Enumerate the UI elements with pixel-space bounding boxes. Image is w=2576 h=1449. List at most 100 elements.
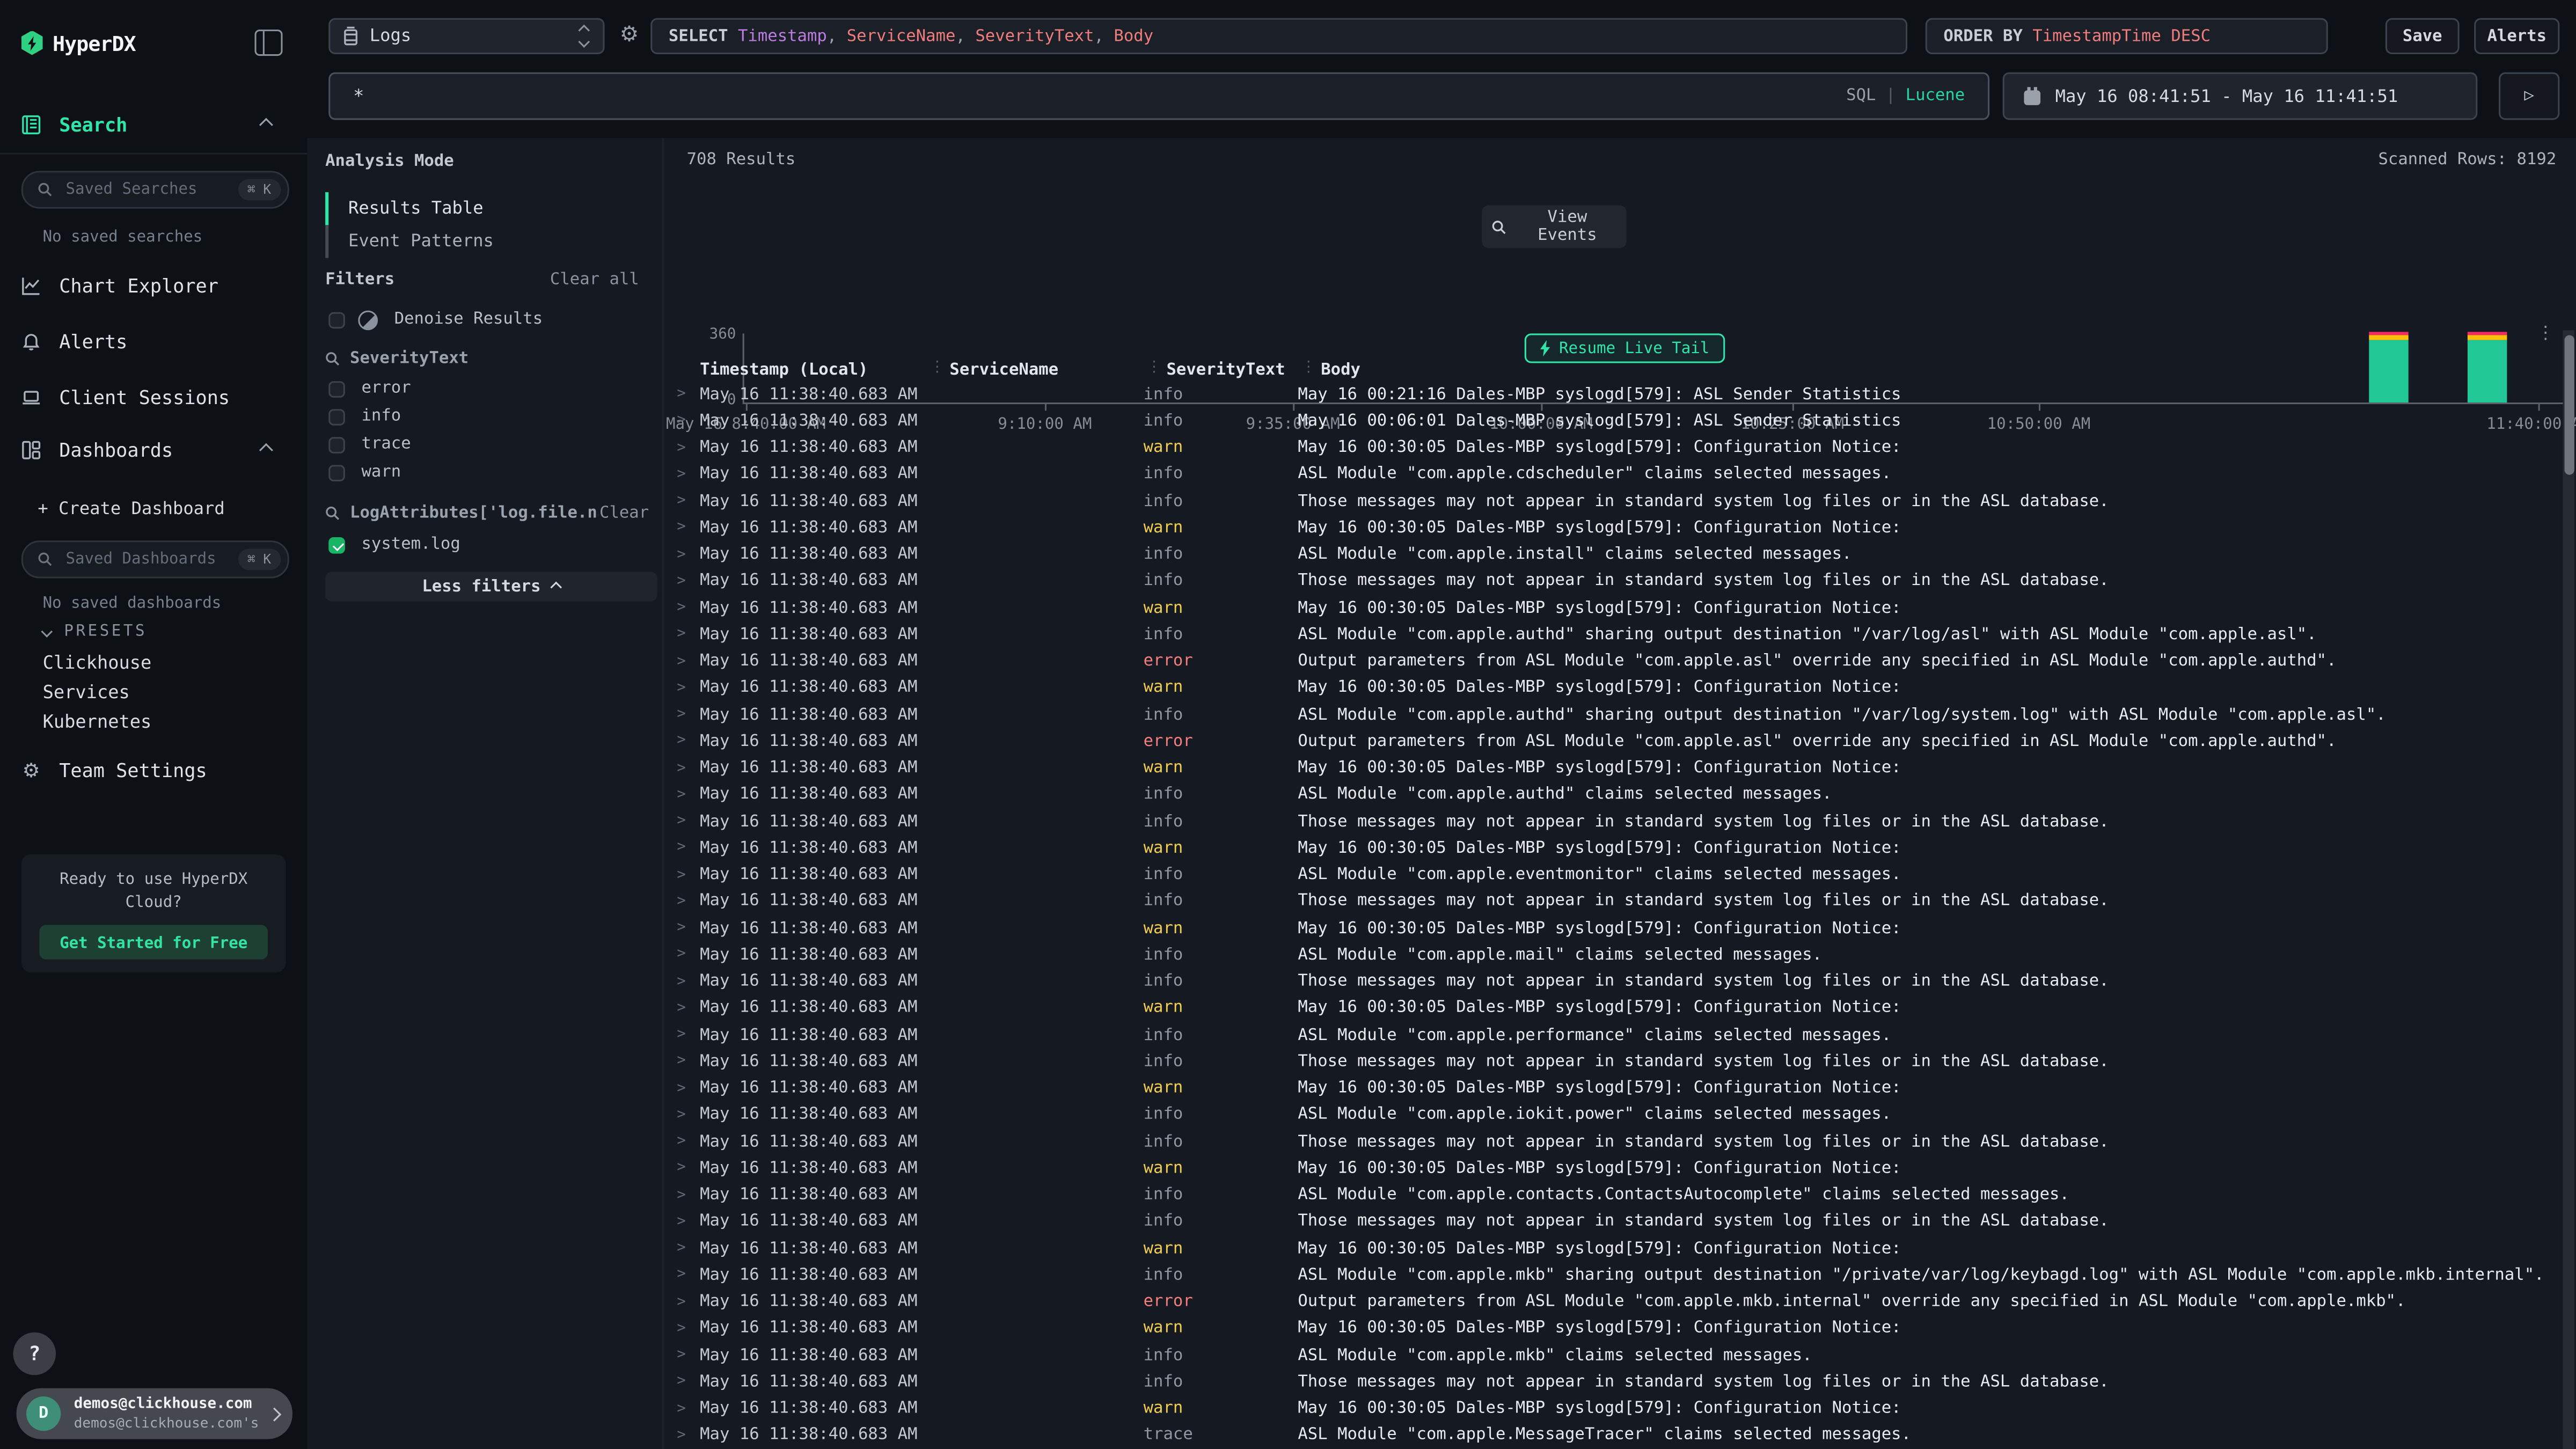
log-row[interactable]: >May 16 11:38:40.683 AMwarnMay 16 00:30:… [664, 915, 2576, 942]
log-row[interactable]: >May 16 11:38:40.683 AMinfoThose message… [664, 1129, 2576, 1155]
sidebar-item-team-settings[interactable]: ⚙ Team Settings [0, 751, 307, 790]
saved-dashboards-input[interactable] [62, 548, 237, 570]
scrollbar[interactable] [2563, 330, 2574, 1449]
less-filters-button[interactable]: Less filters [325, 572, 657, 601]
log-row[interactable]: >May 16 11:38:40.683 AMinfoMay 16 00:21:… [664, 381, 2576, 408]
expand-row-icon[interactable]: > [677, 573, 700, 590]
expand-row-icon[interactable]: > [677, 1321, 700, 1337]
log-row[interactable]: >May 16 11:38:40.683 AMinfoASL Module "c… [664, 1342, 2576, 1369]
log-row[interactable]: >May 16 11:38:40.683 AMwarnMay 16 00:30:… [664, 1396, 2576, 1423]
help-button[interactable]: ? [13, 1333, 56, 1375]
expand-row-icon[interactable]: > [677, 493, 700, 510]
log-row[interactable]: >May 16 11:38:40.683 AMinfoThose message… [664, 1209, 2576, 1235]
log-row[interactable]: >May 16 11:38:40.683 AMwarnMay 16 00:30:… [664, 675, 2576, 701]
preset-services[interactable]: Services [0, 677, 307, 706]
mode-results-table[interactable]: Results Table [325, 192, 483, 225]
save-button[interactable]: Save [2385, 18, 2460, 54]
col-timestamp[interactable]: Timestamp (Local) [700, 361, 949, 379]
log-row[interactable]: >May 16 11:38:40.683 AMinfoThose message… [664, 1049, 2576, 1075]
preset-clickhouse[interactable]: Clickhouse [0, 647, 307, 677]
log-row[interactable]: >May 16 11:38:40.683 AMinfoASL Module "c… [664, 541, 2576, 568]
log-row[interactable]: >May 16 11:38:40.683 AMinfoThose message… [664, 808, 2576, 835]
log-row[interactable]: >May 16 11:38:40.683 AMinfoASL Module "c… [664, 1182, 2576, 1209]
expand-row-icon[interactable]: > [677, 600, 700, 617]
log-row[interactable]: >May 16 11:38:40.683 AMinfoASL Module "c… [664, 701, 2576, 728]
log-row[interactable]: >May 16 11:38:40.683 AMwarnMay 16 00:30:… [664, 595, 2576, 621]
orderby-query-input[interactable]: ORDER BY TimestampTime DESC [1926, 18, 2328, 54]
checkbox[interactable] [328, 436, 345, 453]
col-servicename[interactable]: ServiceName [949, 361, 1166, 379]
log-row[interactable]: >May 16 11:38:40.683 AMwarnMay 16 00:30:… [664, 515, 2576, 541]
log-row[interactable]: >May 16 11:38:40.683 AMinfoASL Module "c… [664, 942, 2576, 969]
log-row[interactable]: >May 16 11:38:40.683 AMinfoThose message… [664, 488, 2576, 515]
log-row[interactable]: >May 16 11:38:40.683 AMwarnMay 16 00:30:… [664, 995, 2576, 1022]
denoise-results-filter[interactable]: Denoise Results [328, 307, 543, 332]
lang-lucene[interactable]: Lucene [1906, 87, 1965, 105]
log-row[interactable]: >May 16 11:38:40.683 AMwarnMay 16 00:30:… [664, 755, 2576, 782]
expand-row-icon[interactable]: > [677, 1134, 700, 1151]
checkbox[interactable] [328, 311, 345, 328]
logfile-filter-system-log[interactable]: system.log [328, 532, 460, 557]
expand-row-icon[interactable]: > [677, 787, 700, 803]
source-settings-gear-icon[interactable]: ⚙ [616, 23, 642, 49]
collapse-sidebar-icon[interactable] [254, 30, 282, 56]
chevron-up-icon[interactable] [259, 443, 273, 457]
expand-row-icon[interactable]: > [677, 1000, 700, 1017]
expand-row-icon[interactable]: > [677, 1428, 700, 1444]
expand-row-icon[interactable]: > [677, 519, 700, 536]
run-query-button[interactable]: ▷ [2499, 72, 2559, 120]
get-started-button[interactable]: Get Started for Free [39, 925, 268, 959]
log-row[interactable]: >May 16 11:38:40.683 AMinfoMay 16 00:06:… [664, 408, 2576, 435]
lang-sql[interactable]: SQL [1846, 87, 1876, 105]
expand-row-icon[interactable]: > [677, 546, 700, 563]
user-menu[interactable]: D demos@clickhouse.com demos@clickhouse.… [17, 1388, 292, 1439]
expand-row-icon[interactable]: > [677, 1107, 700, 1124]
log-row[interactable]: >May 16 11:38:40.683 AMerrorOutput param… [664, 1289, 2576, 1316]
expand-row-icon[interactable]: > [677, 386, 700, 403]
log-row[interactable]: >May 16 11:38:40.683 AMinfoASL Module "c… [664, 1262, 2576, 1289]
expand-row-icon[interactable]: > [677, 947, 700, 963]
expand-row-icon[interactable]: > [677, 680, 700, 697]
expand-row-icon[interactable]: > [677, 653, 700, 670]
expand-row-icon[interactable]: > [677, 894, 700, 910]
chevron-up-icon[interactable] [259, 118, 273, 132]
logattr-field-row[interactable]: LogAttributes['log.file.nam Clear [325, 504, 649, 523]
expand-row-icon[interactable]: > [677, 840, 700, 857]
sidebar-item-dashboards[interactable]: Dashboards [0, 430, 307, 470]
view-events-button[interactable]: View Events [1482, 206, 1626, 248]
search-query-input[interactable] [350, 84, 1846, 108]
expand-row-icon[interactable]: > [677, 920, 700, 937]
checkbox[interactable] [328, 380, 345, 397]
expand-row-icon[interactable]: > [677, 626, 700, 643]
presets-toggle[interactable]: PRESETS [43, 623, 148, 641]
expand-row-icon[interactable]: > [677, 733, 700, 750]
checkbox-checked[interactable] [328, 536, 345, 553]
expand-row-icon[interactable]: > [677, 1187, 700, 1204]
log-row[interactable]: >May 16 11:38:40.683 AMerrorOutput param… [664, 728, 2576, 755]
expand-row-icon[interactable]: > [677, 1374, 700, 1391]
log-row[interactable]: >May 16 11:38:40.683 AMinfoThose message… [664, 568, 2576, 595]
clear-all-button[interactable]: Clear all [550, 271, 639, 289]
log-row[interactable]: >May 16 11:38:40.683 AMinfoASL Module "c… [664, 1022, 2576, 1049]
expand-row-icon[interactable]: > [677, 1348, 700, 1364]
date-range-picker[interactable]: May 16 08:41:51 - May 16 11:41:51 [2003, 72, 2478, 120]
sidebar-item-alerts[interactable]: Alerts [0, 322, 307, 361]
sidebar-item-search[interactable]: Search [0, 105, 307, 144]
log-row[interactable]: >May 16 11:38:40.683 AMtraceASL Module "… [664, 1422, 2576, 1449]
severity-field-row[interactable]: SeverityText [325, 350, 469, 368]
log-row[interactable]: >May 16 11:38:40.683 AMinfoThose message… [664, 888, 2576, 915]
log-row[interactable]: >May 16 11:38:40.683 AMinfoASL Module "c… [664, 461, 2576, 488]
expand-row-icon[interactable]: > [677, 1241, 700, 1257]
log-row[interactable]: >May 16 11:38:40.683 AMwarnMay 16 00:30:… [664, 835, 2576, 862]
search-query-box[interactable]: SQL|Lucene [328, 72, 1989, 120]
severity-filter-error[interactable]: error [328, 376, 411, 401]
expand-row-icon[interactable]: > [677, 867, 700, 883]
log-row[interactable]: >May 16 11:38:40.683 AMerrorOutput param… [664, 648, 2576, 675]
expand-row-icon[interactable]: > [677, 707, 700, 723]
alerts-button[interactable]: Alerts [2474, 18, 2559, 54]
expand-row-icon[interactable]: > [677, 413, 700, 430]
log-row[interactable]: >May 16 11:38:40.683 AMwarnMay 16 00:30:… [664, 1075, 2576, 1102]
log-row[interactable]: >May 16 11:38:40.683 AMwarnMay 16 00:30:… [664, 1235, 2576, 1262]
sidebar-item-chart-explorer[interactable]: Chart Explorer [0, 266, 307, 305]
col-body[interactable]: Body [1321, 361, 2576, 379]
